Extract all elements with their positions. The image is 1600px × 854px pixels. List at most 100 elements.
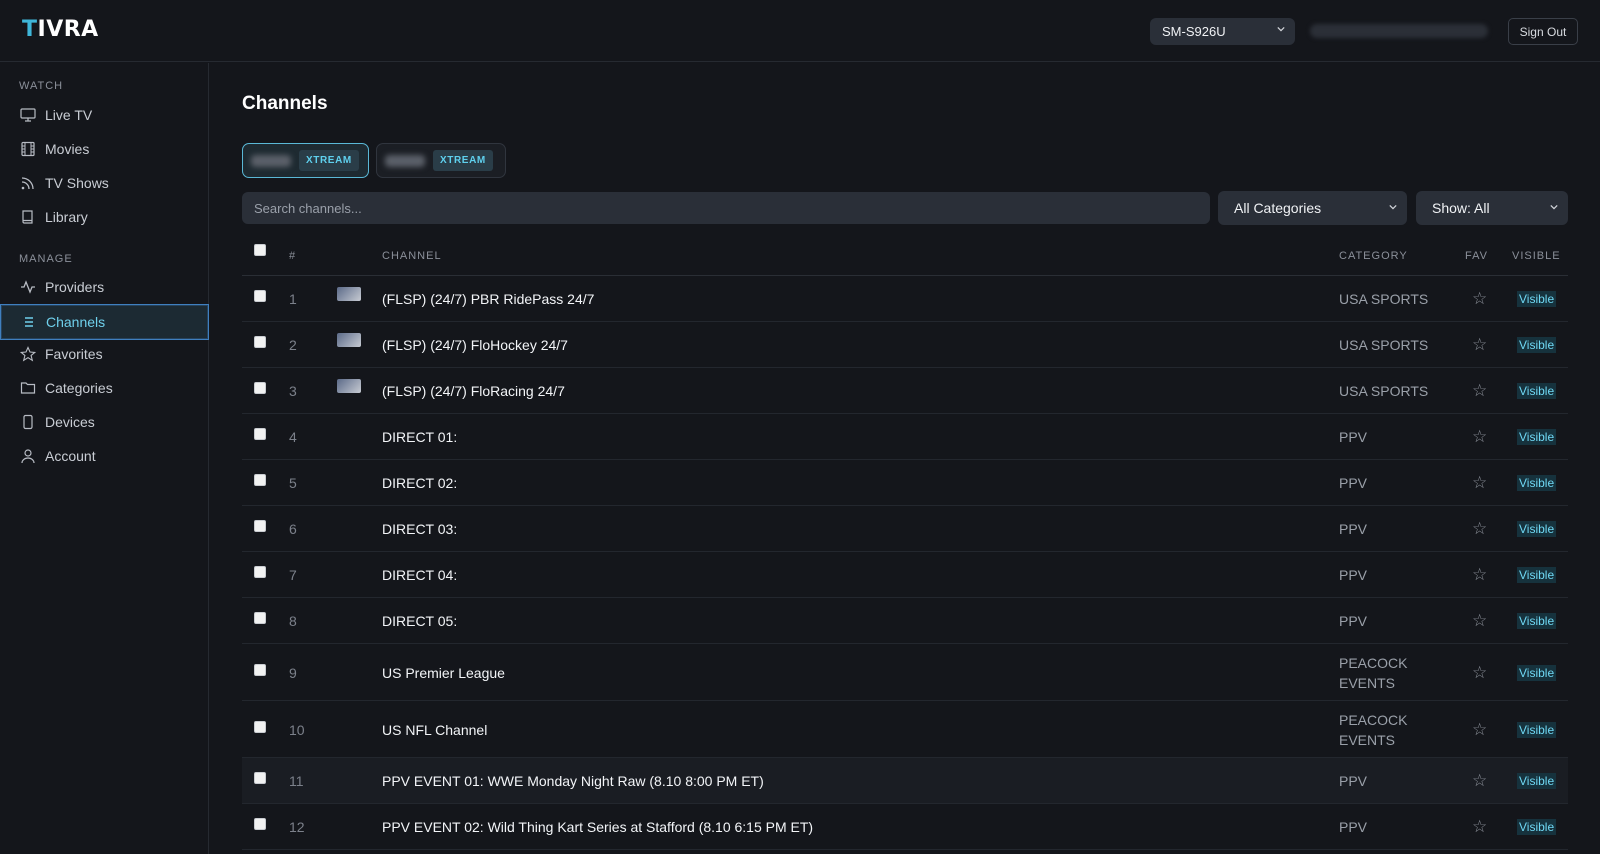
favorite-star-icon[interactable]: ☆: [1472, 771, 1487, 791]
channel-name[interactable]: PPV EVENT 01: WWE Monday Night Raw (8.10…: [382, 773, 764, 789]
table-row[interactable]: 10 US NFL Channel PEACOCK EVENTS ☆ Visible: [242, 701, 1568, 758]
visibility-toggle[interactable]: Visible: [1517, 429, 1557, 445]
star-icon: [19, 345, 37, 363]
row-number: 2: [289, 337, 297, 353]
row-number: 4: [289, 429, 297, 445]
favorite-star-icon[interactable]: ☆: [1472, 565, 1487, 585]
channel-name[interactable]: DIRECT 01:: [382, 429, 457, 445]
table-row[interactable]: 5 DIRECT 02: PPV ☆ Visible: [242, 460, 1568, 506]
row-number: 5: [289, 475, 297, 491]
row-checkbox[interactable]: [254, 474, 266, 486]
favorite-star-icon[interactable]: ☆: [1472, 381, 1487, 401]
channel-category: USA SPORTS: [1339, 291, 1429, 307]
favorite-star-icon[interactable]: ☆: [1472, 817, 1487, 837]
sidebar-item-providers[interactable]: Providers: [0, 270, 209, 304]
table-row[interactable]: 7 DIRECT 04: PPV ☆ Visible: [242, 552, 1568, 598]
sidebar-item-label: Library: [45, 209, 88, 225]
visibility-toggle[interactable]: Visible: [1517, 664, 1557, 681]
sidebar-item-tv-shows[interactable]: TV Shows: [0, 166, 209, 200]
channel-name[interactable]: (FLSP) (24/7) FloHockey 24/7: [382, 337, 568, 353]
row-checkbox[interactable]: [254, 720, 266, 733]
table-row[interactable]: 3 (FLSP) (24/7) FloRacing 24/7 USA SPORTS ☆…: [242, 368, 1568, 414]
channel-name[interactable]: PPV EVENT 02: Wild Thing Kart Series at …: [382, 819, 813, 835]
row-checkbox[interactable]: [254, 612, 266, 624]
channel-name[interactable]: DIRECT 02:: [382, 475, 457, 491]
favorite-star-icon[interactable]: ☆: [1472, 473, 1487, 493]
visibility-filter-select[interactable]: Show: All: [1416, 191, 1568, 225]
visibility-toggle[interactable]: Visible: [1517, 819, 1557, 835]
sign-out-button[interactable]: Sign Out: [1508, 18, 1578, 45]
row-checkbox[interactable]: [254, 290, 266, 302]
favorite-star-icon[interactable]: ☆: [1472, 289, 1487, 309]
row-checkbox[interactable]: [254, 566, 266, 578]
table-row[interactable]: 1 (FLSP) (24/7) PBR RidePass 24/7 USA SPOR…: [242, 276, 1568, 322]
sidebar-item-label: Favorites: [45, 346, 103, 362]
table-row[interactable]: 2 (FLSP) (24/7) FloHockey 24/7 USA SPORTS ☆…: [242, 322, 1568, 368]
sidebar-item-movies[interactable]: Movies: [0, 132, 209, 166]
sidebar-item-library[interactable]: Library: [0, 200, 209, 234]
favorite-star-icon[interactable]: ☆: [1472, 663, 1487, 683]
table-row[interactable]: 9 US Premier League PEACOCK EVENTS ☆ Visible: [242, 644, 1568, 701]
channel-name[interactable]: DIRECT 05:: [382, 613, 457, 629]
visibility-toggle[interactable]: Visible: [1517, 383, 1557, 399]
favorite-star-icon[interactable]: ☆: [1472, 519, 1487, 539]
channel-name[interactable]: DIRECT 03:: [382, 521, 457, 537]
search-input[interactable]: [242, 192, 1210, 224]
visibility-toggle[interactable]: Visible: [1517, 291, 1557, 307]
provider-tab-2[interactable]: XTREAM: [376, 143, 506, 178]
row-number: 12: [289, 819, 305, 835]
column-header-number: #: [289, 250, 297, 262]
channel-logo: [337, 379, 361, 393]
provider-tab-1[interactable]: XTREAM: [242, 143, 369, 178]
row-checkbox[interactable]: [254, 818, 266, 830]
row-number: 8: [289, 613, 297, 629]
table-row[interactable]: 8 DIRECT 05: PPV ☆ Visible: [242, 598, 1568, 644]
chevron-down-icon: [1389, 204, 1397, 210]
visibility-toggle[interactable]: Visible: [1517, 613, 1557, 629]
channel-category: PEACOCK EVENTS: [1339, 654, 1408, 691]
row-checkbox[interactable]: [254, 428, 266, 440]
select-all-checkbox[interactable]: [254, 244, 266, 256]
row-checkbox[interactable]: [254, 772, 266, 784]
sidebar-item-live-tv[interactable]: Live TV: [0, 98, 209, 132]
channel-name[interactable]: (FLSP) (24/7) FloRacing 24/7: [382, 383, 565, 399]
favorite-star-icon[interactable]: ☆: [1472, 335, 1487, 355]
channel-name[interactable]: US NFL Channel: [382, 722, 487, 738]
sidebar-item-categories[interactable]: Categories: [0, 371, 209, 405]
table-row[interactable]: 11 PPV EVENT 01: WWE Monday Night Raw (8.…: [242, 758, 1568, 804]
visibility-toggle[interactable]: Visible: [1517, 475, 1557, 491]
sidebar-item-label: TV Shows: [45, 175, 109, 191]
row-checkbox[interactable]: [254, 663, 266, 676]
row-checkbox[interactable]: [254, 520, 266, 532]
favorite-star-icon[interactable]: ☆: [1472, 611, 1487, 631]
table-row[interactable]: 6 DIRECT 03: PPV ☆ Visible: [242, 506, 1568, 552]
channel-name[interactable]: DIRECT 04:: [382, 567, 457, 583]
category-filter-select[interactable]: All Categories: [1218, 191, 1407, 225]
visibility-toggle[interactable]: Visible: [1517, 521, 1557, 537]
row-checkbox[interactable]: [254, 382, 266, 394]
channel-category: PEACOCK EVENTS: [1339, 711, 1408, 748]
favorite-star-icon[interactable]: ☆: [1472, 720, 1487, 740]
row-checkbox[interactable]: [254, 336, 266, 348]
visibility-toggle[interactable]: Visible: [1517, 721, 1557, 738]
table-row[interactable]: 4 DIRECT 01: PPV ☆ Visible: [242, 414, 1568, 460]
sidebar-item-devices[interactable]: Devices: [0, 405, 209, 439]
visibility-toggle[interactable]: Visible: [1517, 337, 1557, 353]
device-select[interactable]: SM-S926U: [1150, 18, 1295, 45]
row-number: 3: [289, 383, 297, 399]
app-logo[interactable]: TIVRA: [22, 17, 99, 42]
row-number: 11: [289, 773, 304, 789]
visibility-toggle[interactable]: Visible: [1517, 773, 1557, 789]
column-header-fav: FAV: [1465, 250, 1488, 262]
visibility-toggle[interactable]: Visible: [1517, 567, 1557, 583]
book-icon: [19, 208, 37, 226]
favorite-star-icon[interactable]: ☆: [1472, 427, 1487, 447]
sidebar-item-favorites[interactable]: Favorites: [0, 337, 209, 371]
channel-name[interactable]: (FLSP) (24/7) PBR RidePass 24/7: [382, 291, 594, 307]
sidebar-item-channels[interactable]: Channels: [0, 304, 209, 340]
table-row[interactable]: 12 PPV EVENT 02: Wild Thing Kart Series a…: [242, 804, 1568, 850]
sidebar-item-account[interactable]: Account: [0, 439, 209, 473]
provider-name-blurred: [385, 154, 425, 167]
channel-name[interactable]: US Premier League: [382, 665, 505, 681]
provider-type-badge: XTREAM: [433, 150, 493, 171]
